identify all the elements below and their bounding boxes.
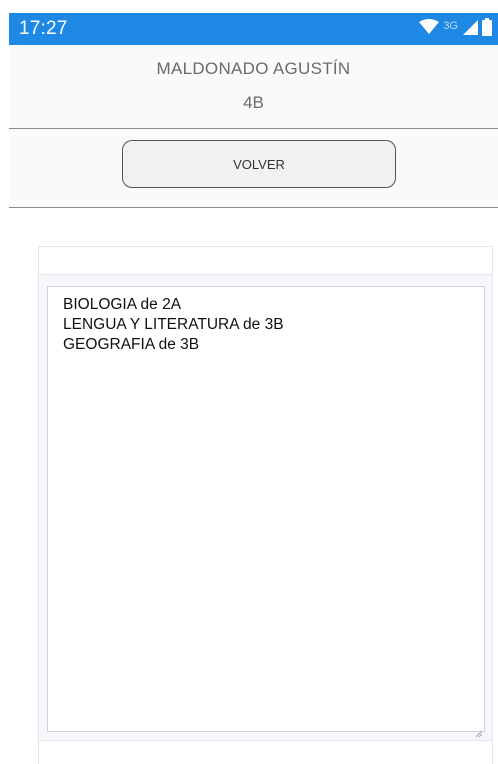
resize-grip-icon[interactable] <box>475 723 483 738</box>
subject-line: LENGUA Y LITERATURA de 3B <box>63 316 284 333</box>
subject-line: BIOLOGIA de 2A <box>63 296 182 313</box>
network-type-label: 3G <box>443 19 458 32</box>
signal-icon <box>462 19 478 40</box>
battery-icon <box>482 17 492 41</box>
panel-bottom-strip <box>38 740 493 764</box>
back-button[interactable]: VOLVER <box>122 140 396 188</box>
action-bar: VOLVER <box>9 129 498 208</box>
status-icons: 3G <box>419 17 492 41</box>
status-bar: 17:27 3G <box>9 13 498 45</box>
subjects-textarea[interactable]: BIOLOGIA de 2A LENGUA Y LITERATURA de 3B… <box>47 286 485 738</box>
student-course: 4B <box>243 93 264 112</box>
wifi-icon <box>419 18 440 40</box>
subject-line: GEOGRAFIA de 3B <box>63 336 200 353</box>
status-time: 17:27 <box>19 18 68 39</box>
panel-top-strip <box>39 247 492 275</box>
app-screen: 17:27 3G MALDONADO AGUSTÍN 4B VOLVER BIO… <box>0 0 498 764</box>
student-header: MALDONADO AGUSTÍN 4B <box>9 45 498 129</box>
student-name: MALDONADO AGUSTÍN <box>156 59 351 78</box>
